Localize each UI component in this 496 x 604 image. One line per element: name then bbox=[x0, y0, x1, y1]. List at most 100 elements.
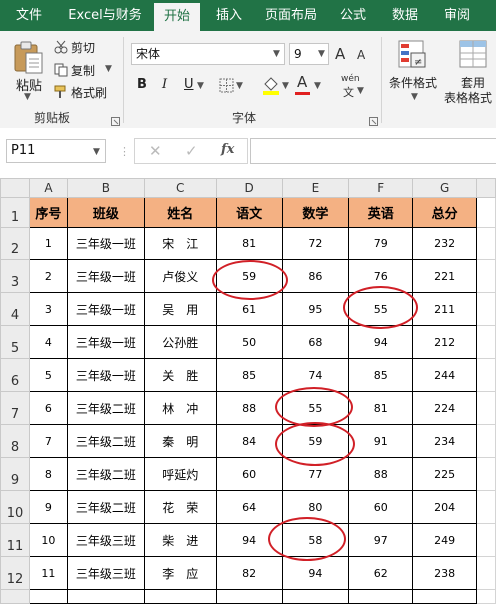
table-cell[interactable]: 85 bbox=[348, 358, 414, 392]
empty-cell[interactable] bbox=[476, 259, 496, 293]
copy-button[interactable]: 复制 bbox=[71, 62, 95, 79]
table-cell[interactable]: 4 bbox=[28, 325, 68, 359]
table-cell[interactable]: 64 bbox=[215, 490, 283, 524]
table-cell[interactable]: 三年级三班 bbox=[66, 556, 145, 590]
row-header[interactable]: 12 bbox=[0, 556, 30, 590]
table-cell[interactable]: 三年级一班 bbox=[66, 325, 145, 359]
table-cell[interactable]: 244 bbox=[412, 358, 478, 392]
tab-page-layout[interactable]: 页面布局 bbox=[258, 0, 324, 31]
row-header[interactable] bbox=[0, 589, 30, 604]
table-cell[interactable]: 82 bbox=[215, 556, 283, 590]
table-cell[interactable]: 9 bbox=[28, 490, 68, 524]
tab-review[interactable]: 审阅 bbox=[434, 0, 480, 31]
column-header-g[interactable]: G bbox=[412, 178, 478, 198]
table-cell[interactable]: 三年级二班 bbox=[66, 391, 145, 425]
paste-dropdown-icon[interactable]: ▼ bbox=[24, 92, 31, 102]
empty-cell[interactable] bbox=[348, 589, 414, 604]
empty-cell[interactable] bbox=[476, 424, 496, 458]
table-cell[interactable]: 林 冲 bbox=[143, 391, 217, 425]
table-cell[interactable]: 249 bbox=[412, 523, 478, 557]
table-cell[interactable]: 10 bbox=[28, 523, 68, 557]
table-cell[interactable]: 59 bbox=[215, 259, 283, 293]
table-cell[interactable]: 三年级三班 bbox=[66, 523, 145, 557]
column-header-b[interactable]: B bbox=[66, 178, 145, 198]
table-cell[interactable]: 8 bbox=[28, 457, 68, 491]
table-cell[interactable]: 72 bbox=[281, 227, 350, 260]
table-cell[interactable]: 77 bbox=[281, 457, 350, 491]
phonetic-button[interactable]: wén bbox=[341, 74, 360, 84]
tab-insert[interactable]: 插入 bbox=[206, 0, 252, 31]
font-size-dropdown-icon[interactable]: ▼ bbox=[318, 49, 325, 59]
table-cell[interactable]: 三年级一班 bbox=[66, 259, 145, 293]
select-all-corner[interactable] bbox=[0, 178, 30, 198]
name-box[interactable]: P11 bbox=[6, 139, 106, 163]
font-name-box[interactable]: 宋体 bbox=[131, 43, 285, 65]
empty-cell[interactable] bbox=[476, 490, 496, 524]
table-cell[interactable]: 吴 用 bbox=[143, 292, 217, 326]
underline-button[interactable]: U bbox=[184, 77, 194, 92]
empty-cell[interactable] bbox=[476, 391, 496, 425]
phonetic-dropdown-icon[interactable]: ▼ bbox=[357, 86, 364, 96]
header-cell[interactable]: 序号 bbox=[28, 197, 68, 228]
table-cell[interactable]: 11 bbox=[28, 556, 68, 590]
table-cell[interactable]: 呼延灼 bbox=[143, 457, 217, 491]
table-cell[interactable]: 238 bbox=[412, 556, 478, 590]
table-cell[interactable]: 卢俊义 bbox=[143, 259, 217, 293]
column-header-d[interactable]: D bbox=[215, 178, 283, 198]
table-cell[interactable]: 86 bbox=[281, 259, 350, 293]
shrink-font-button[interactable]: A bbox=[357, 48, 365, 62]
empty-cell[interactable] bbox=[476, 523, 496, 557]
table-cell[interactable]: 三年级一班 bbox=[66, 358, 145, 392]
column-header-f[interactable]: F bbox=[348, 178, 414, 198]
table-cell[interactable]: 58 bbox=[281, 523, 350, 557]
table-cell[interactable]: 关 胜 bbox=[143, 358, 217, 392]
empty-cell[interactable] bbox=[476, 197, 496, 228]
paste-button[interactable] bbox=[12, 39, 46, 79]
table-cell[interactable]: 宋 江 bbox=[143, 227, 217, 260]
header-cell[interactable]: 班级 bbox=[66, 197, 145, 228]
empty-cell[interactable] bbox=[476, 358, 496, 392]
table-cell[interactable]: 5 bbox=[28, 358, 68, 392]
table-cell[interactable]: 88 bbox=[215, 391, 283, 425]
table-cell[interactable]: 秦 明 bbox=[143, 424, 217, 458]
fill-color-dropdown-icon[interactable]: ▼ bbox=[282, 81, 289, 91]
font-color-button[interactable]: A bbox=[297, 73, 307, 91]
header-cell[interactable]: 总分 bbox=[412, 197, 478, 228]
empty-cell[interactable] bbox=[28, 589, 68, 604]
enter-icon[interactable]: ✓ bbox=[185, 142, 198, 160]
name-box-dropdown-icon[interactable]: ▼ bbox=[93, 147, 100, 157]
table-cell[interactable]: 224 bbox=[412, 391, 478, 425]
underline-dropdown-icon[interactable]: ▼ bbox=[197, 81, 204, 91]
table-cell[interactable]: 55 bbox=[281, 391, 350, 425]
empty-cell[interactable] bbox=[476, 292, 496, 326]
table-cell[interactable]: 81 bbox=[215, 227, 283, 260]
row-header[interactable]: 1 bbox=[0, 197, 30, 228]
table-cell[interactable]: 80 bbox=[281, 490, 350, 524]
tab-file[interactable]: 文件 bbox=[6, 0, 52, 31]
table-cell[interactable]: 76 bbox=[348, 259, 414, 293]
table-cell[interactable]: 221 bbox=[412, 259, 478, 293]
formula-input[interactable] bbox=[250, 138, 496, 164]
table-cell[interactable]: 三年级一班 bbox=[66, 227, 145, 260]
empty-cell[interactable] bbox=[476, 227, 496, 260]
table-cell[interactable]: 232 bbox=[412, 227, 478, 260]
table-cell[interactable]: 212 bbox=[412, 325, 478, 359]
fill-color-icon[interactable] bbox=[262, 76, 280, 99]
table-cell[interactable]: 花 荣 bbox=[143, 490, 217, 524]
grow-font-button[interactable]: A bbox=[335, 45, 345, 63]
table-cell[interactable]: 三年级二班 bbox=[66, 457, 145, 491]
tab-data[interactable]: 数据 bbox=[382, 0, 428, 31]
table-cell[interactable]: 79 bbox=[348, 227, 414, 260]
format-painter-button[interactable]: 格式刷 bbox=[71, 84, 107, 101]
cancel-icon[interactable]: ✕ bbox=[149, 142, 162, 160]
table-cell[interactable]: 3 bbox=[28, 292, 68, 326]
table-cell[interactable]: 50 bbox=[215, 325, 283, 359]
row-header[interactable]: 8 bbox=[0, 424, 30, 458]
header-cell[interactable]: 姓名 bbox=[143, 197, 217, 228]
header-cell[interactable]: 语文 bbox=[215, 197, 283, 228]
row-header[interactable]: 3 bbox=[0, 259, 30, 293]
row-header[interactable]: 10 bbox=[0, 490, 30, 524]
column-header-a[interactable]: A bbox=[28, 178, 68, 198]
table-cell[interactable]: 94 bbox=[348, 325, 414, 359]
conditional-formatting-dropdown-icon[interactable]: ▼ bbox=[411, 92, 418, 102]
